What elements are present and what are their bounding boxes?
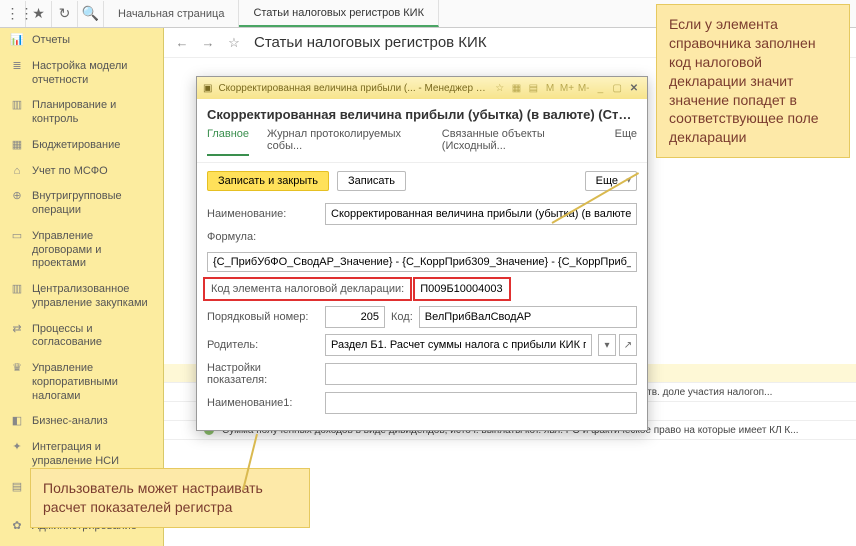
parent-field[interactable] xyxy=(325,334,592,356)
save-close-button[interactable]: Записать и закрыть xyxy=(207,171,329,191)
formula-field[interactable] xyxy=(207,252,637,272)
sidebar-item[interactable]: ⇄ Процессы и согласование xyxy=(0,317,163,357)
save-button[interactable]: Записать xyxy=(337,171,406,191)
sidebar-item-label: Внутригрупповые операции xyxy=(32,190,155,218)
tab-tax-registers[interactable]: Статьи налоговых регистров КИК xyxy=(239,0,439,27)
callout-declaration-code: Если у элемента справочника заполнен код… xyxy=(656,4,850,158)
sidebar-icon: ◧ xyxy=(10,415,24,429)
win-max-icon[interactable]: ▢ xyxy=(610,83,624,94)
sidebar-icon: ✿ xyxy=(10,520,24,534)
sidebar-item-label: Централизованное управление закупками xyxy=(32,283,155,311)
sidebar-item-label: Учет по МСФО xyxy=(32,165,155,179)
dialog-tabs: Главное Журнал протоколируемых собы... С… xyxy=(197,128,647,163)
win-tools-icon[interactable]: ▦ xyxy=(510,83,524,94)
sidebar-item-label: Управление договорами и проектами xyxy=(32,230,155,271)
tab-start-page[interactable]: Начальная страница xyxy=(104,0,239,27)
win-fav-icon[interactable]: ☆ xyxy=(493,83,507,94)
sidebar-icon: ✦ xyxy=(10,441,24,455)
sidebar-icon: ⊕ xyxy=(10,190,24,204)
sidebar-icon: ▭ xyxy=(10,230,24,244)
history-icon[interactable]: ↻ xyxy=(52,1,78,27)
sidebar-item-label: Бюджетирование xyxy=(32,139,155,153)
dialog-header: Скорректированная величина прибыли (убыт… xyxy=(197,99,647,128)
page-title: Статьи налоговых регистров КИК xyxy=(254,34,487,51)
forward-icon[interactable]: → xyxy=(198,35,218,50)
apps-icon[interactable]: ⋮⋮⋮ xyxy=(0,1,26,27)
sidebar-item[interactable]: ◧ Бизнес-анализ xyxy=(0,409,163,435)
sidebar-item[interactable]: ≣ Настройка модели отчетности xyxy=(0,54,163,94)
win-min-icon[interactable]: _ xyxy=(593,83,607,94)
sidebar-item-label: Управление корпоративными налогами xyxy=(32,362,155,403)
sidebar-icon: ▥ xyxy=(10,99,24,113)
sidebar-item[interactable]: ⊕ Внутригрупповые операции xyxy=(0,184,163,224)
sidebar-item[interactable]: ▥ Централизованное управление закупками xyxy=(0,277,163,317)
label-decl-code: Код элемента налоговой декларации: xyxy=(207,281,408,297)
sidebar-icon: ▤ xyxy=(10,481,24,495)
sidebar-icon: 📊 xyxy=(10,34,24,48)
close-icon[interactable]: ✕ xyxy=(627,83,641,94)
code-field[interactable] xyxy=(419,306,637,328)
app-icon: ▣ xyxy=(203,83,212,94)
decl-code-field[interactable] xyxy=(414,278,510,300)
dialog-titlebar[interactable]: ▣ Скорректированная величина прибыли (..… xyxy=(197,77,647,99)
sidebar-item[interactable]: ▦ Бюджетирование xyxy=(0,133,163,159)
sidebar-item-label: Отчеты xyxy=(32,34,155,48)
tab-main[interactable]: Главное xyxy=(207,128,249,156)
name1-field[interactable] xyxy=(325,392,637,414)
sidebar-item-label: Процессы и согласование xyxy=(32,323,155,351)
tab-more[interactable]: Еще xyxy=(615,128,637,156)
back-icon[interactable]: ← xyxy=(172,35,192,50)
settings-field[interactable] xyxy=(325,363,637,385)
sidebar-item[interactable]: ▭ Управление договорами и проектами xyxy=(0,224,163,277)
win-m3-icon[interactable]: M- xyxy=(577,83,591,94)
sidebar-item-label: Планирование и контроль xyxy=(32,99,155,127)
order-field[interactable] xyxy=(325,306,385,328)
sidebar-item[interactable]: 📊 Отчеты xyxy=(0,28,163,54)
sidebar-icon: ⌂ xyxy=(10,165,24,179)
win-calc-icon[interactable]: ▤ xyxy=(526,83,540,94)
callout-user-settings: Пользователь может настраивать расчет по… xyxy=(30,468,310,528)
sidebar-icon: ▦ xyxy=(10,139,24,153)
favorite-icon[interactable]: ☆ xyxy=(224,35,244,51)
sidebar-item-label: Бизнес-анализ xyxy=(32,415,155,429)
edit-dialog: ▣ Скорректированная величина прибыли (..… xyxy=(196,76,648,431)
name-field[interactable] xyxy=(325,203,637,225)
label-parent: Родитель: xyxy=(207,339,319,351)
parent-dropdown-icon[interactable]: ▾ xyxy=(598,334,616,356)
label-order: Порядковый номер: xyxy=(207,311,319,323)
win-m2-icon[interactable]: M+ xyxy=(560,83,574,94)
label-formula: Формула: xyxy=(207,231,637,243)
sidebar-item[interactable]: ▥ Планирование и контроль xyxy=(0,93,163,133)
label-settings: Настройки показателя: xyxy=(207,362,319,386)
tab-linked[interactable]: Связанные объекты (Исходный... xyxy=(442,128,597,156)
search-icon[interactable]: 🔍 xyxy=(78,1,104,27)
sidebar-icon: ≣ xyxy=(10,60,24,74)
sidebar-item-label: Настройка модели отчетности xyxy=(32,60,155,88)
sidebar-icon: ▥ xyxy=(10,283,24,297)
star-icon[interactable]: ★ xyxy=(26,1,52,27)
window-title: Скорректированная величина прибыли (... … xyxy=(218,83,486,94)
label-code: Код: xyxy=(391,311,413,323)
sidebar-item[interactable]: ♛ Управление корпоративными налогами xyxy=(0,356,163,409)
sidebar-icon: ⇄ xyxy=(10,323,24,337)
tab-log[interactable]: Журнал протоколируемых собы... xyxy=(267,128,424,156)
label-name1: Наименование1: xyxy=(207,397,319,409)
sidebar-item-label: Интеграция и управление НСИ xyxy=(32,441,155,469)
label-name: Наименование: xyxy=(207,208,319,220)
sidebar-item[interactable]: ⌂ Учет по МСФО xyxy=(0,159,163,185)
win-m1-icon[interactable]: M xyxy=(543,83,557,94)
parent-open-icon[interactable]: ↗ xyxy=(619,334,637,356)
sidebar-icon: ♛ xyxy=(10,362,24,376)
